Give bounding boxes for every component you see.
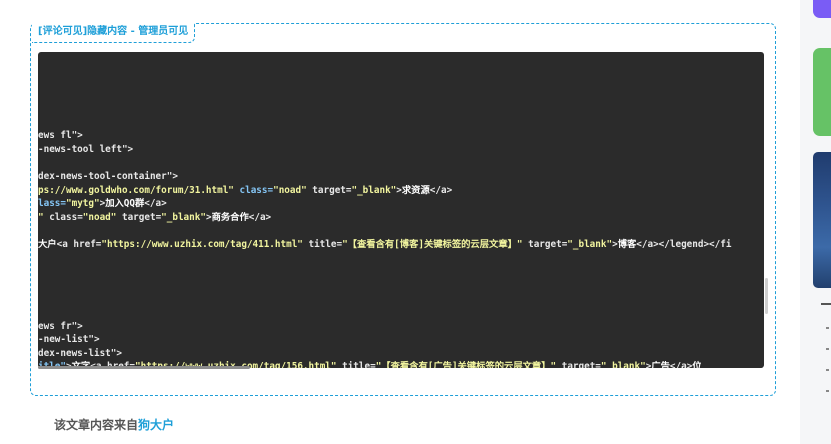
code-token: lass= xyxy=(38,198,66,210)
code-token: </a> xyxy=(144,198,167,210)
code-token: "noad" xyxy=(273,184,307,196)
code-line: ps://www.goldwho.com/forum/31.html" clas… xyxy=(38,184,764,198)
code-token: "_blank" xyxy=(351,184,397,196)
article-source-prefix: 该文章内容来自 xyxy=(54,418,139,432)
code-token: 商务合作 xyxy=(211,211,249,223)
code-token: 大户 xyxy=(38,238,57,250)
code-token: "_blank" xyxy=(600,361,646,368)
code-token: ews fl"> xyxy=(38,130,83,142)
code-token: "https://www.uzhix.com/tag/411.html" xyxy=(101,238,303,250)
code-token: ews fr"> xyxy=(38,320,83,332)
code-token: dex-news-list"> xyxy=(38,347,122,359)
code-token: -news-tool left"> xyxy=(38,143,134,155)
code-token: "【查看含有[广告]关键标签的云层文章】" xyxy=(375,361,557,368)
code-token: 博客 xyxy=(617,238,637,250)
code-token: </a></legend></fi xyxy=(636,238,732,250)
code-token: 广告 xyxy=(651,361,670,368)
code-token: "noad" xyxy=(82,211,117,223)
code-token: target= xyxy=(116,211,162,223)
code-content: ews fl"> -news-tool left"> dex-news-tool-… xyxy=(38,102,764,368)
hidden-content-label: [评论可见]隐藏内容 - 管理员可见 xyxy=(32,23,196,43)
code-line: -new-list"> xyxy=(38,333,764,347)
code-token: 求资源 xyxy=(401,184,430,196)
sidebar-divider xyxy=(821,303,831,305)
code-token: title= xyxy=(302,238,343,250)
code-line: dex-news-tool-container"> xyxy=(38,170,764,184)
article-content-card: [评论可见]隐藏内容 - 管理员可见 ews fl"> -news-tool le… xyxy=(0,0,800,444)
code-line: -news-tool left"> xyxy=(38,143,764,157)
code-token: target= xyxy=(522,238,568,250)
list-marker xyxy=(826,327,829,329)
code-horizontal-scrollbar[interactable] xyxy=(38,366,250,369)
code-token: </a> xyxy=(248,211,272,223)
code-token: <a href= xyxy=(56,238,102,250)
code-line: ews fl"> xyxy=(38,129,764,143)
code-line: dex-news-list"> xyxy=(38,347,764,361)
code-token: 位 xyxy=(692,361,702,368)
code-token: target= xyxy=(306,184,352,196)
code-vertical-scrollbar[interactable] xyxy=(765,278,768,314)
code-token: "【查看含有[博客]关键标签的云层文章】" xyxy=(342,238,523,250)
code-token: class= xyxy=(43,211,83,223)
code-token: </a> xyxy=(429,184,453,196)
code-token: target= xyxy=(556,361,601,368)
code-token: "mytg" xyxy=(66,198,100,210)
code-line: lass="mytg">加入QQ群</a> xyxy=(38,197,764,211)
code-token: ps://www.goldwho.com/forum/31.html" xyxy=(38,184,234,196)
list-marker xyxy=(826,390,829,392)
code-token: </a> xyxy=(669,361,693,368)
code-line: ews fr"> xyxy=(38,320,764,334)
code-token: -new-list"> xyxy=(38,334,100,346)
code-token: title= xyxy=(336,361,376,368)
code-token: "_blank" xyxy=(161,211,206,223)
list-marker xyxy=(826,369,829,371)
list-marker xyxy=(826,348,829,350)
article-source-link[interactable]: 狗大户 xyxy=(138,418,174,432)
sidebar-banner-image[interactable] xyxy=(813,152,831,288)
code-token: 加入QQ群 xyxy=(105,198,145,210)
code-token: class= xyxy=(239,184,274,196)
sidebar-widget-purple[interactable] xyxy=(813,0,831,18)
code-token: dex-news-tool-container"> xyxy=(38,170,178,182)
code-block[interactable]: ews fl"> -news-tool left"> dex-news-tool-… xyxy=(38,52,764,368)
code-line: " class="noad" target="_blank">商务合作</a> xyxy=(38,211,764,225)
sidebar-widget-green[interactable] xyxy=(813,48,831,136)
code-line: 大户<a href="https://www.uzhix.com/tag/411… xyxy=(38,238,764,252)
article-source: 该文章内容来自狗大户 xyxy=(54,416,174,433)
code-token: "_blank" xyxy=(567,238,613,250)
